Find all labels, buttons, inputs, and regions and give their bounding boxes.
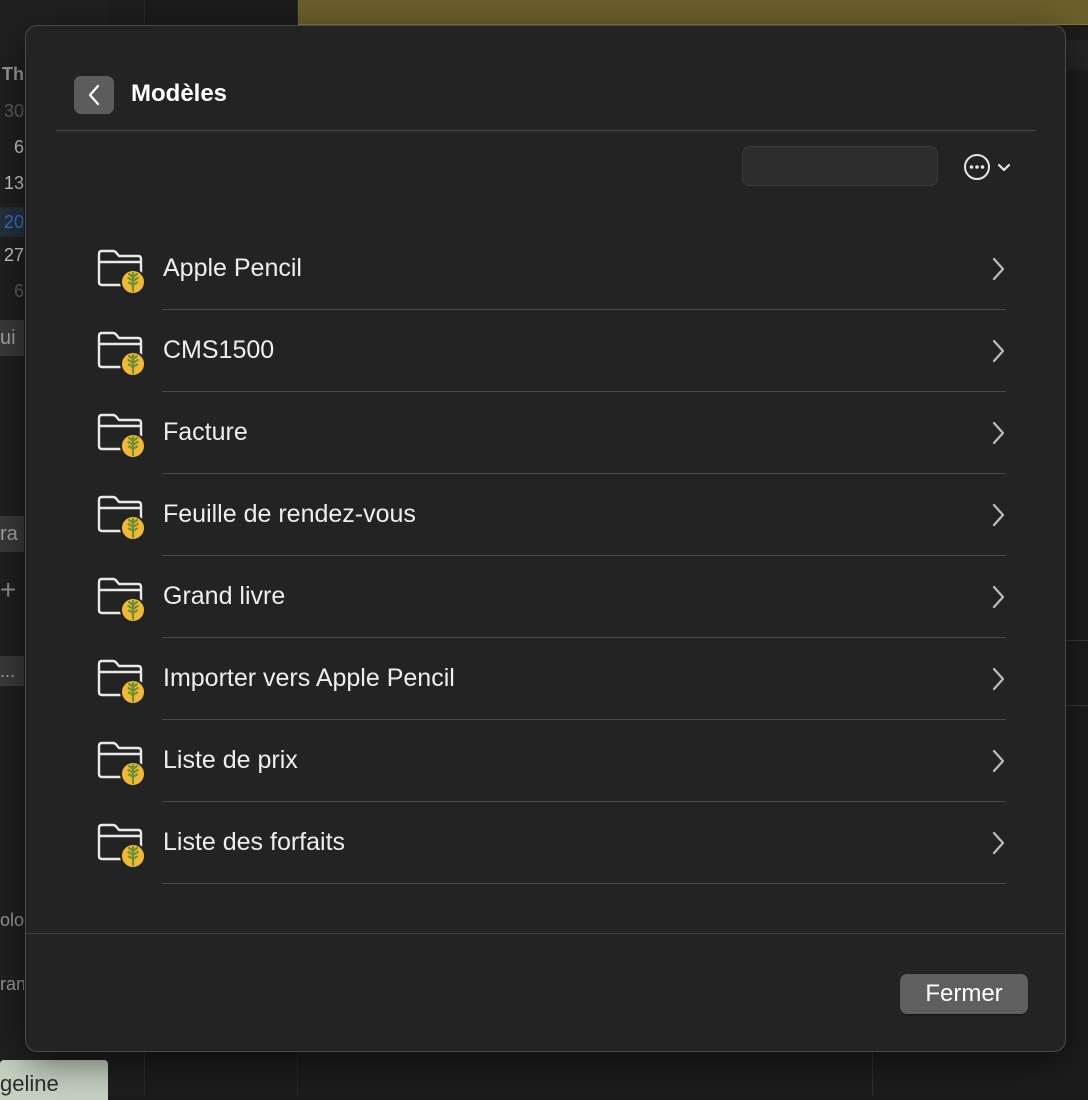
template-folder-row[interactable]: Apple Pencil xyxy=(96,228,1006,310)
template-folder-label: Apple Pencil xyxy=(163,254,302,283)
folder-with-badge-icon xyxy=(96,245,148,295)
template-folder-label: Liste des forfaits xyxy=(163,828,345,857)
search-input[interactable] xyxy=(742,146,938,186)
more-options-button[interactable] xyxy=(962,150,1018,184)
background-banner xyxy=(298,0,1088,25)
calendar-day: 13 xyxy=(0,173,24,194)
close-button[interactable]: Fermer xyxy=(900,974,1028,1014)
chevron-down-icon xyxy=(996,161,1012,173)
template-folder-row[interactable]: Importer vers Apple Pencil xyxy=(96,638,1006,720)
template-folder-row[interactable]: Liste des forfaits xyxy=(96,802,1006,884)
chevron-right-icon xyxy=(990,584,1006,610)
chevron-right-icon xyxy=(990,338,1006,364)
template-folder-label: Feuille de rendez-vous xyxy=(163,500,416,529)
background-chip: ra xyxy=(0,516,24,552)
calendar-day: 6 xyxy=(0,281,24,302)
title-divider xyxy=(56,130,1036,131)
template-folder-row[interactable]: Grand livre xyxy=(96,556,1006,638)
background-strip xyxy=(1066,40,1088,70)
footer-divider xyxy=(26,933,1065,934)
background-divider xyxy=(872,1052,873,1096)
back-button[interactable] xyxy=(74,76,114,114)
folder-with-badge-icon xyxy=(96,573,148,623)
template-folder-row[interactable]: Liste de prix xyxy=(96,720,1006,802)
calendar-day: 30 xyxy=(0,101,24,122)
folder-with-badge-icon xyxy=(96,737,148,787)
background-text: ran xyxy=(0,974,24,995)
chevron-right-icon xyxy=(990,830,1006,856)
folder-with-badge-icon xyxy=(96,409,148,459)
folder-with-badge-icon xyxy=(96,819,148,869)
chevron-right-icon xyxy=(990,256,1006,282)
template-folder-label: Grand livre xyxy=(163,582,285,611)
folder-with-badge-icon xyxy=(96,327,148,377)
template-folder-row[interactable]: Feuille de rendez-vous xyxy=(96,474,1006,556)
chevron-right-icon xyxy=(990,420,1006,446)
template-folder-label: Liste de prix xyxy=(163,746,298,775)
row-divider xyxy=(162,883,1006,884)
template-folder-row[interactable]: Facture xyxy=(96,392,1006,474)
template-folder-label: Importer vers Apple Pencil xyxy=(163,664,455,693)
chevron-left-icon xyxy=(87,83,101,107)
background-text: olo xyxy=(0,910,24,931)
calendar-weekday: Th xyxy=(0,64,24,85)
background-tag: geline xyxy=(0,1060,108,1100)
calendar-day-today: 20 xyxy=(0,207,24,237)
template-folder-label: CMS1500 xyxy=(163,336,274,365)
folder-with-badge-icon xyxy=(96,655,148,705)
chevron-right-icon xyxy=(990,502,1006,528)
folder-with-badge-icon xyxy=(96,491,148,541)
sheet-title: Modèles xyxy=(131,80,227,108)
background-chip: ui xyxy=(0,320,24,356)
chevron-right-icon xyxy=(990,666,1006,692)
chevron-right-icon xyxy=(990,748,1006,774)
calendar-day: 27 xyxy=(0,245,24,266)
template-list: Apple Pencil CMS1500 Facture Feuille de ren… xyxy=(96,228,1006,884)
template-folder-label: Facture xyxy=(163,418,248,447)
background-plus-icon: + xyxy=(0,574,16,606)
ellipsis-circle-icon xyxy=(962,152,992,182)
calendar-day: 6 xyxy=(0,137,24,158)
background-divider xyxy=(1066,705,1088,706)
template-folder-row[interactable]: CMS1500 xyxy=(96,310,1006,392)
templates-sheet: Modèles Apple Pencil CMS1500 Facture Feuill… xyxy=(25,25,1066,1052)
background-divider xyxy=(1066,640,1088,641)
background-chip: ... xyxy=(0,656,24,686)
